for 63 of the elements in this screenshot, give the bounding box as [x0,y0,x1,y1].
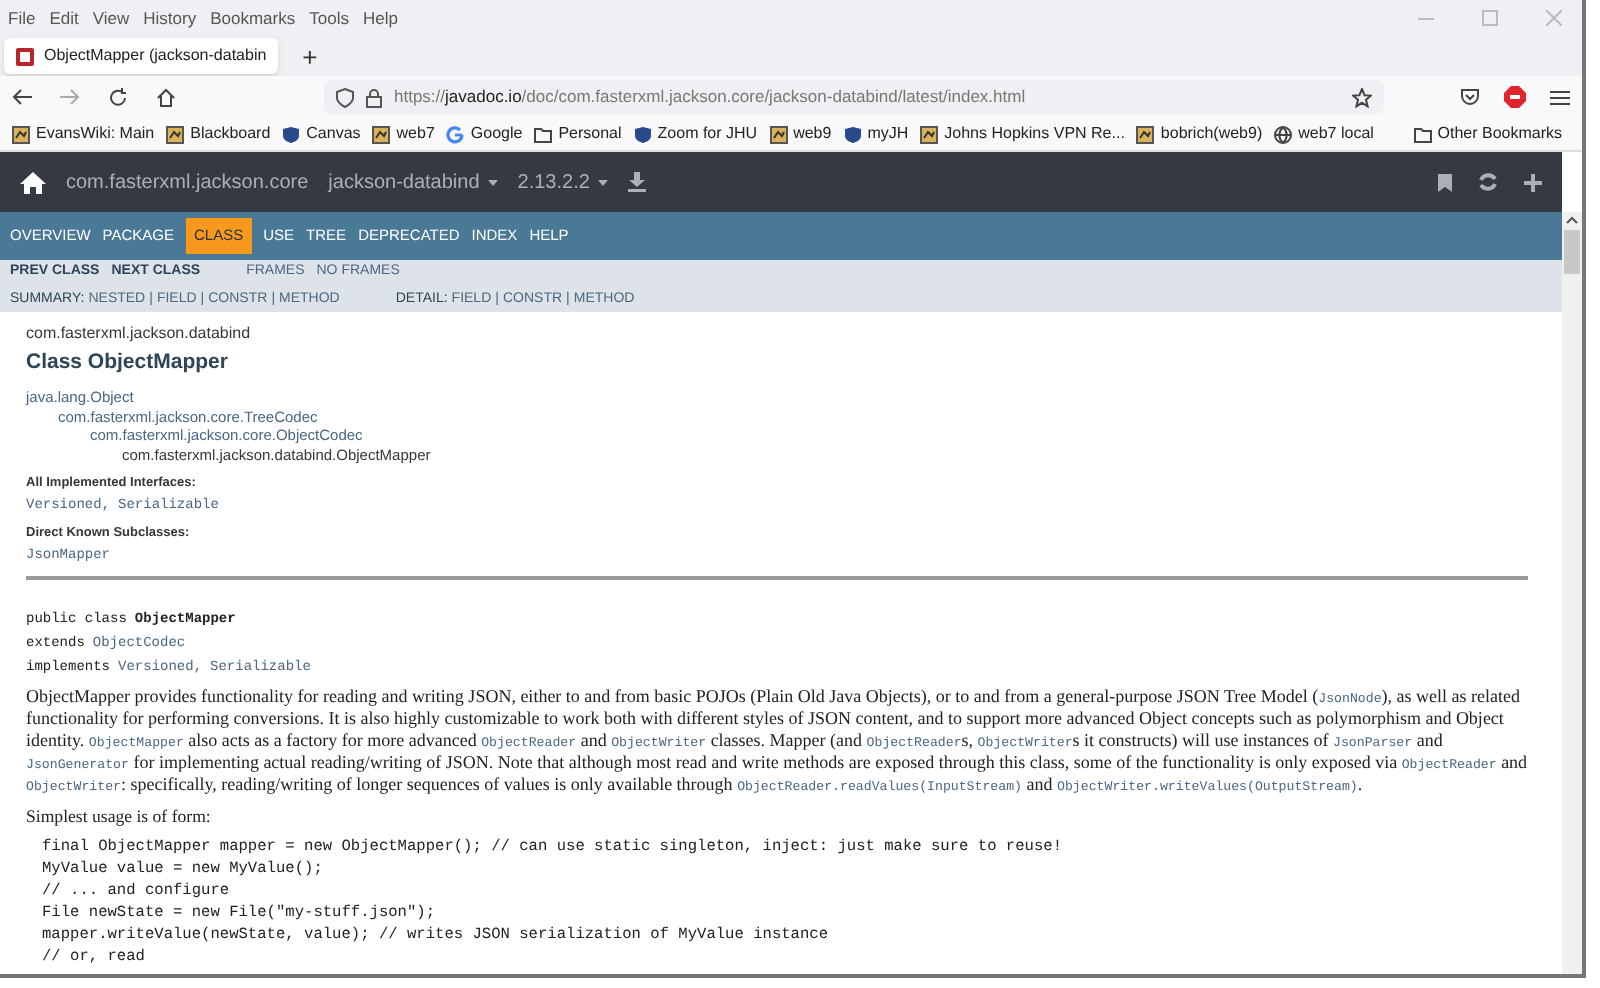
usage-intro: Simplest usage is of form: [26,806,213,828]
package-name: com.fasterxml.jackson.databind [26,324,253,344]
adblock-icon[interactable] [1504,86,1526,108]
site-icon [372,125,391,143]
site-icon [769,125,788,143]
shield-icon [843,125,862,143]
bookmark-item[interactable]: myJH [843,122,909,146]
browser-tab[interactable]: ObjectMapper (jackson-databin [4,38,279,74]
lock-icon [366,87,382,107]
pocket-icon[interactable] [1460,88,1480,106]
caret-icon [487,179,498,185]
reload-icon[interactable] [108,87,128,107]
class-title: Class ObjectMapper [26,348,230,376]
home-icon[interactable] [20,171,46,193]
menu-item[interactable]: Bookmarks [210,5,296,31]
star-icon[interactable] [1352,87,1372,107]
plus-icon[interactable] [1524,173,1542,191]
new-tab-button[interactable]: + [298,43,322,69]
menu-item[interactable]: History [143,5,197,31]
caret-icon [597,179,608,185]
bookmark-item[interactable]: EvansWiki: Main [12,122,155,146]
shield-icon [633,125,652,143]
bookmark-item[interactable]: bobrich(web9) [1136,122,1263,146]
other-bookmarks-folder[interactable]: Other Bookmarks [1413,122,1570,146]
favicon-icon [16,47,34,65]
folder-icon [534,125,553,143]
url-text: https://javadoc.io/doc/com.fasterxml.jackson.core/jackson-databind/latest/index.html [394,84,1026,110]
bookmark-item[interactable]: Zoom for JHU [633,122,758,146]
back-icon[interactable] [12,88,32,106]
bookmark-item[interactable]: Google [446,122,523,146]
globe-icon [1274,125,1293,143]
bookmark-item[interactable]: Johns Hopkins VPN Re... [920,122,1125,146]
site-icon [166,125,185,143]
site-icon [12,125,30,143]
group-id-link[interactable]: com.fasterxml.jackson.core [66,167,309,197]
bookmark-item[interactable]: Blackboard [166,122,271,146]
artifact-dropdown[interactable]: jackson-databind [328,167,498,197]
refresh-icon[interactable] [1478,172,1498,192]
menu-item[interactable]: Edit [49,5,79,31]
folder-icon [1413,125,1432,143]
shield-icon [282,125,301,143]
letter-g-icon [446,125,465,143]
scroll-up-icon[interactable] [1566,216,1578,224]
shield-icon [336,87,354,107]
menu-item[interactable]: View [92,5,130,31]
scrollbar[interactable] [1562,212,1582,974]
home-icon[interactable] [156,87,176,107]
bookmark-item[interactable]: Personal [534,122,622,146]
bookmark-item[interactable]: Canvas [282,122,361,146]
bookmark-item[interactable]: web7 local [1274,122,1374,146]
menu-item[interactable]: File [8,5,36,31]
bookmark-icon[interactable] [1438,173,1452,191]
bookmark-item[interactable]: web9 [769,122,832,146]
address-bar[interactable]: https://javadoc.io/doc/com.fasterxml.jackson.core/jackson-databind/latest/index.html [324,80,1384,114]
site-icon [1136,125,1155,143]
bookmark-item[interactable]: web7 [372,122,435,146]
menu-icon[interactable] [1550,89,1570,105]
site-icon [920,125,939,143]
menu-item[interactable]: Help [362,5,398,31]
download-icon[interactable] [627,172,646,192]
menu-item[interactable]: Tools [309,5,349,31]
version-dropdown[interactable]: 2.13.2.2 [517,167,608,197]
scrollbar-thumb[interactable] [1564,230,1580,274]
